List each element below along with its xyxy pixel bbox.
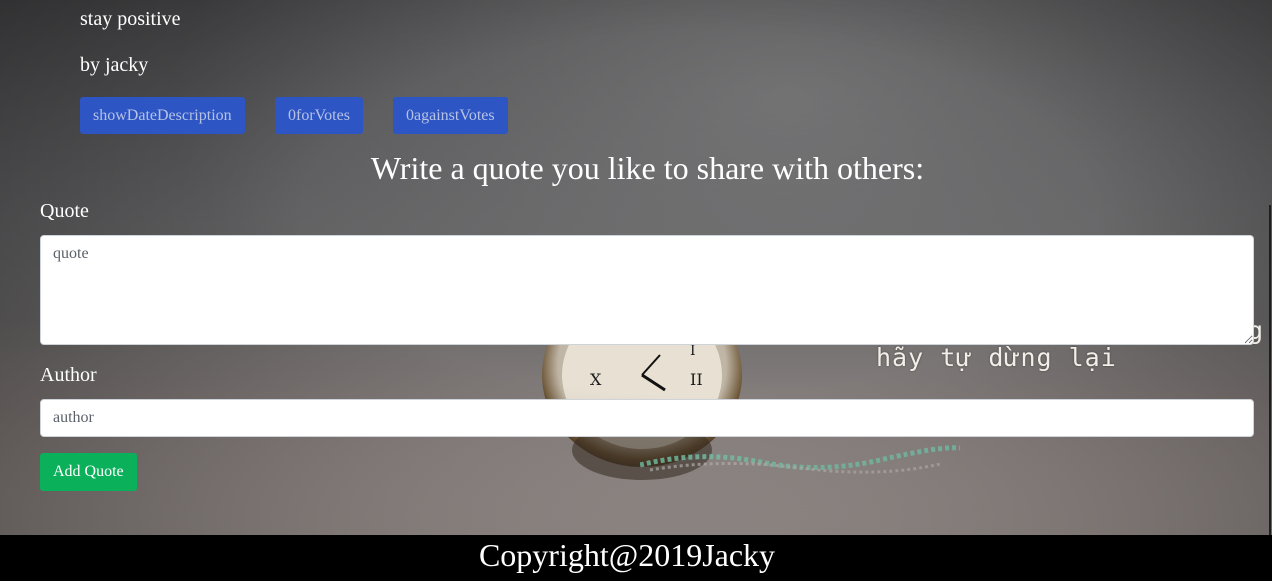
add-quote-button[interactable]: Add Quote	[40, 453, 137, 491]
quote-label: Quote	[40, 200, 89, 222]
form-title: Write a quote you like to share with oth…	[370, 150, 925, 186]
footer-copyright: Copyright@2019Jacky	[478, 537, 776, 573]
show-date-description-button[interactable]: showDateDescription	[80, 97, 245, 134]
footer: Copyright@2019Jacky	[0, 535, 1272, 581]
page-scrollbar[interactable]	[1269, 205, 1271, 535]
background-caption: hãy tự dừng lại	[876, 343, 1117, 372]
author-label: Author	[40, 364, 97, 386]
quote-text: stay positive	[80, 8, 181, 30]
for-votes-button[interactable]: 0forVotes	[275, 97, 363, 134]
quote-author: by jacky	[80, 54, 149, 76]
quote-textarea[interactable]	[40, 235, 1254, 345]
author-input[interactable]	[40, 399, 1254, 437]
against-votes-button[interactable]: 0againstVotes	[393, 97, 508, 134]
